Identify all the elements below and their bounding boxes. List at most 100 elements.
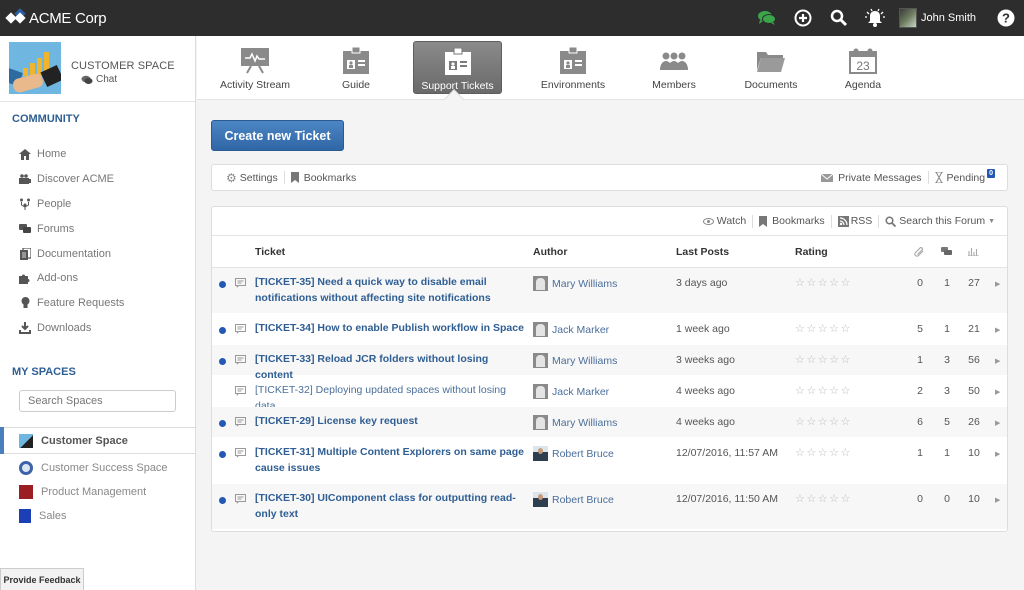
table-row[interactable]: [TICKET-29] License key request Mary Will… [212,407,1007,438]
star-icon[interactable]: ☆ [795,416,806,428]
star-icon[interactable]: ☆ [841,385,852,397]
author-link[interactable]: Jack Marker [533,384,609,399]
sidebar-item-documentation[interactable]: Documentation [19,241,195,266]
rating-stars[interactable]: ☆☆☆☆☆ [795,322,852,335]
col-ticket[interactable]: Ticket [255,246,285,258]
sidebar-item-forums[interactable]: Forums [19,216,195,241]
star-icon[interactable]: ☆ [829,416,840,428]
tab-members[interactable]: Members [643,41,705,94]
star-icon[interactable]: ☆ [841,323,852,335]
add-button[interactable] [785,0,821,36]
row-menu-arrow-icon[interactable]: ▶ [995,326,1000,334]
star-icon[interactable]: ☆ [795,354,806,366]
row-menu-arrow-icon[interactable]: ▶ [995,419,1000,427]
star-icon[interactable]: ☆ [818,323,829,335]
sidebar-item-people[interactable]: People [19,192,195,217]
notifications-button[interactable] [857,0,893,36]
star-icon[interactable]: ☆ [818,493,829,505]
ticket-title-link[interactable]: [TICKET-34] How to enable Publish workfl… [255,321,525,337]
author-link[interactable]: Robert Bruce [533,492,614,507]
star-icon[interactable]: ☆ [829,354,840,366]
star-icon[interactable]: ☆ [841,447,852,459]
star-icon[interactable]: ☆ [818,277,829,289]
pending-button[interactable]: Pending 0 [929,169,1007,184]
table-row[interactable]: [TICKET-32] Deploying updated spaces wit… [212,376,1007,412]
star-icon[interactable]: ☆ [841,277,852,289]
rss-button[interactable]: RSS [832,215,879,227]
star-icon[interactable]: ☆ [841,493,852,505]
star-icon[interactable]: ☆ [806,493,817,505]
star-icon[interactable]: ☆ [806,385,817,397]
rating-stars[interactable]: ☆☆☆☆☆ [795,276,852,289]
row-menu-arrow-icon[interactable]: ▶ [995,496,1000,504]
row-menu-arrow-icon[interactable]: ▶ [995,280,1000,288]
search-button[interactable] [821,0,857,36]
star-icon[interactable]: ☆ [818,385,829,397]
star-icon[interactable]: ☆ [818,447,829,459]
ticket-title-link[interactable]: [TICKET-31] Multiple Content Explorers o… [255,445,525,476]
table-row[interactable]: [TICKET-30] UIComponent class for output… [212,484,1007,530]
table-row[interactable]: [TICKET-33] Reload JCR folders without l… [212,345,1007,381]
ticket-title-link[interactable]: [TICKET-35] Need a quick way to disable … [255,275,525,306]
rating-stars[interactable]: ☆☆☆☆☆ [795,446,852,459]
row-menu-arrow-icon[interactable]: ▶ [995,388,1000,396]
row-menu-arrow-icon[interactable]: ▶ [995,357,1000,365]
space-item-sales[interactable]: Sales [0,504,195,528]
sidebar-item-discover[interactable]: Discover ACME [19,167,195,192]
help-button[interactable]: ? [988,0,1024,36]
provide-feedback-button[interactable]: Provide Feedback [0,568,84,590]
rating-stars[interactable]: ☆☆☆☆☆ [795,384,852,397]
tab-agenda[interactable]: 23 Agenda [835,41,891,94]
space-item-product-management[interactable]: Product Management [0,480,195,504]
ticket-title-link[interactable]: [TICKET-29] License key request [255,414,525,430]
rating-stars[interactable]: ☆☆☆☆☆ [795,353,852,366]
author-link[interactable]: Mary Williams [533,415,617,430]
sidebar-item-feature-requests[interactable]: Feature Requests [19,291,195,316]
watch-button[interactable]: Watch [697,215,752,227]
col-rating[interactable]: Rating [795,246,828,258]
forum-bookmarks-button[interactable]: Bookmarks [753,215,831,227]
tab-guide[interactable]: Guide [323,41,389,94]
row-menu-arrow-icon[interactable]: ▶ [995,450,1000,458]
star-icon[interactable]: ☆ [806,354,817,366]
space-logo[interactable] [9,42,61,94]
star-icon[interactable]: ☆ [795,385,806,397]
create-ticket-button[interactable]: Create new Ticket [211,120,344,151]
col-last-posts[interactable]: Last Posts [676,246,729,258]
tab-documents[interactable]: Documents [737,41,805,94]
star-icon[interactable]: ☆ [829,277,840,289]
star-icon[interactable]: ☆ [841,354,852,366]
star-icon[interactable]: ☆ [795,277,806,289]
star-icon[interactable]: ☆ [795,323,806,335]
ticket-title-link[interactable]: [TICKET-30] UIComponent class for output… [255,491,525,522]
space-chat-link[interactable]: Chat [81,74,175,85]
sidebar-item-downloads[interactable]: Downloads [19,316,195,341]
bookmarks-button[interactable]: Bookmarks [285,172,363,184]
user-menu[interactable]: John Smith [898,8,976,28]
col-author[interactable]: Author [533,246,567,258]
author-link[interactable]: Mary Williams [533,276,617,291]
star-icon[interactable]: ☆ [806,447,817,459]
space-item-customer-success[interactable]: Customer Success Space [0,456,195,480]
chat-button[interactable] [749,0,785,36]
private-messages-button[interactable]: Private Messages [815,172,927,184]
star-icon[interactable]: ☆ [795,493,806,505]
star-icon[interactable]: ☆ [806,277,817,289]
search-forum-dropdown[interactable]: Search this Forum ▼ [879,215,1001,227]
star-icon[interactable]: ☆ [818,416,829,428]
table-row[interactable]: [TICKET-35] Need a quick way to disable … [212,268,1007,314]
rating-stars[interactable]: ☆☆☆☆☆ [795,415,852,428]
star-icon[interactable]: ☆ [829,385,840,397]
star-icon[interactable]: ☆ [795,447,806,459]
table-row[interactable]: [TICKET-34] How to enable Publish workfl… [212,314,1007,345]
tab-activity-stream[interactable]: Activity Stream [213,41,297,94]
brand-logo[interactable]: ACME Corp [5,10,107,27]
star-icon[interactable]: ☆ [841,416,852,428]
author-link[interactable]: Robert Bruce [533,446,614,461]
sidebar-item-home[interactable]: Home [19,142,195,167]
star-icon[interactable]: ☆ [806,416,817,428]
star-icon[interactable]: ☆ [829,447,840,459]
star-icon[interactable]: ☆ [829,493,840,505]
star-icon[interactable]: ☆ [818,354,829,366]
search-spaces-input[interactable] [19,390,176,413]
